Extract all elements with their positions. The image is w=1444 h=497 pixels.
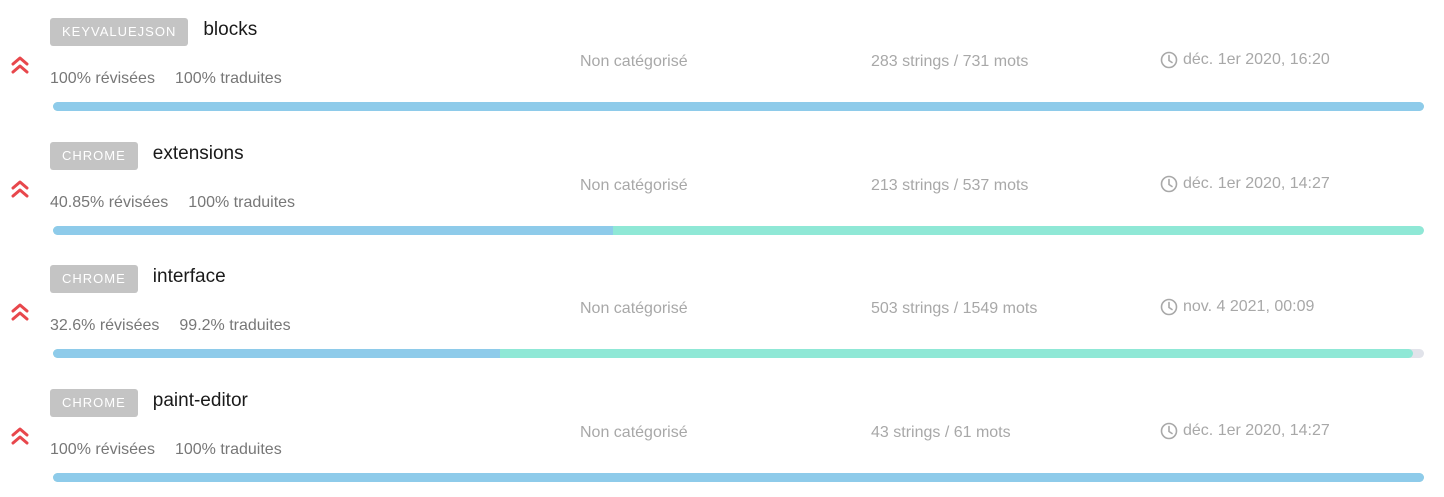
- priority-high-icon: [10, 425, 30, 447]
- reviewed-percentage: 40.85% révisées: [50, 194, 169, 211]
- resource-title: CHROME interface: [50, 263, 226, 295]
- reviewed-percentage: 100% révisées: [50, 70, 155, 87]
- resource-title: CHROME extensions: [50, 140, 244, 172]
- resource-row[interactable]: CHROME extensions 40.85% révisées 100% tr…: [0, 140, 1444, 250]
- progress-bar: [53, 473, 1424, 482]
- reviewed-progress: [53, 226, 614, 235]
- last-update: déc. 1er 2020, 14:27: [1160, 175, 1330, 193]
- resource-name-link[interactable]: extensions: [153, 143, 244, 165]
- resource-stats: 32.6% révisées 99.2% traduites: [50, 317, 291, 335]
- resource-name-link[interactable]: interface: [153, 266, 226, 288]
- resource-row[interactable]: KEYVALUEJSON blocks 100% révisées 100% tr…: [0, 16, 1444, 126]
- resource-title: KEYVALUEJSON blocks: [50, 16, 257, 48]
- last-update: nov. 4 2021, 00:09: [1160, 298, 1314, 316]
- last-update: déc. 1er 2020, 14:27: [1160, 422, 1330, 440]
- type-badge: CHROME: [50, 142, 138, 170]
- resource-row[interactable]: CHROME paint-editor 100% révisées 100% tr…: [0, 387, 1444, 497]
- last-update-date: déc. 1er 2020, 14:27: [1183, 175, 1330, 192]
- reviewed-progress: [53, 102, 1424, 111]
- clock-icon: [1160, 422, 1178, 440]
- resource-stats: 40.85% révisées 100% traduites: [50, 194, 295, 212]
- last-update-date: nov. 4 2021, 00:09: [1183, 298, 1315, 315]
- last-update-date: déc. 1er 2020, 16:20: [1183, 51, 1330, 68]
- clock-icon: [1160, 51, 1178, 69]
- string-word-count: 503 strings / 1549 mots: [871, 300, 1038, 317]
- category-label: Non catégorisé: [580, 424, 688, 441]
- priority-high-icon: [10, 54, 30, 76]
- string-word-count: 213 strings / 537 mots: [871, 177, 1029, 194]
- clock-icon: [1160, 298, 1178, 316]
- resource-name-link[interactable]: paint-editor: [153, 390, 248, 412]
- category-label: Non catégorisé: [580, 53, 688, 70]
- resource-stats: 100% révisées 100% traduites: [50, 441, 282, 459]
- reviewed-percentage: 100% révisées: [50, 441, 155, 458]
- category-label: Non catégorisé: [580, 177, 688, 194]
- resource-list: KEYVALUEJSON blocks 100% révisées 100% tr…: [0, 0, 1444, 497]
- reviewed-progress: [53, 349, 500, 358]
- translated-percentage: 99.2% traduites: [179, 317, 291, 334]
- translated-percentage: 100% traduites: [188, 194, 296, 211]
- type-badge: KEYVALUEJSON: [50, 18, 189, 46]
- last-update-date: déc. 1er 2020, 14:27: [1183, 422, 1330, 439]
- translated-percentage: 100% traduites: [174, 441, 282, 458]
- priority-high-icon: [10, 178, 30, 200]
- reviewed-progress: [53, 473, 1424, 482]
- category-label: Non catégorisé: [580, 300, 688, 317]
- reviewed-percentage: 32.6% révisées: [50, 317, 160, 334]
- last-update: déc. 1er 2020, 16:20: [1160, 51, 1330, 69]
- translated-percentage: 100% traduites: [174, 70, 282, 87]
- progress-bar: [53, 102, 1424, 111]
- resource-stats: 100% révisées 100% traduites: [50, 70, 282, 88]
- progress-bar: [53, 226, 1424, 235]
- resource-title: CHROME paint-editor: [50, 387, 248, 419]
- progress-bar: [53, 349, 1424, 358]
- type-badge: CHROME: [50, 389, 138, 417]
- string-word-count: 283 strings / 731 mots: [871, 53, 1029, 70]
- type-badge: CHROME: [50, 265, 138, 293]
- priority-high-icon: [10, 301, 30, 323]
- resource-name-link[interactable]: blocks: [203, 19, 257, 41]
- string-word-count: 43 strings / 61 mots: [871, 424, 1011, 441]
- clock-icon: [1160, 175, 1178, 193]
- resource-row[interactable]: CHROME interface 32.6% révisées 99.2% tra…: [0, 263, 1444, 373]
